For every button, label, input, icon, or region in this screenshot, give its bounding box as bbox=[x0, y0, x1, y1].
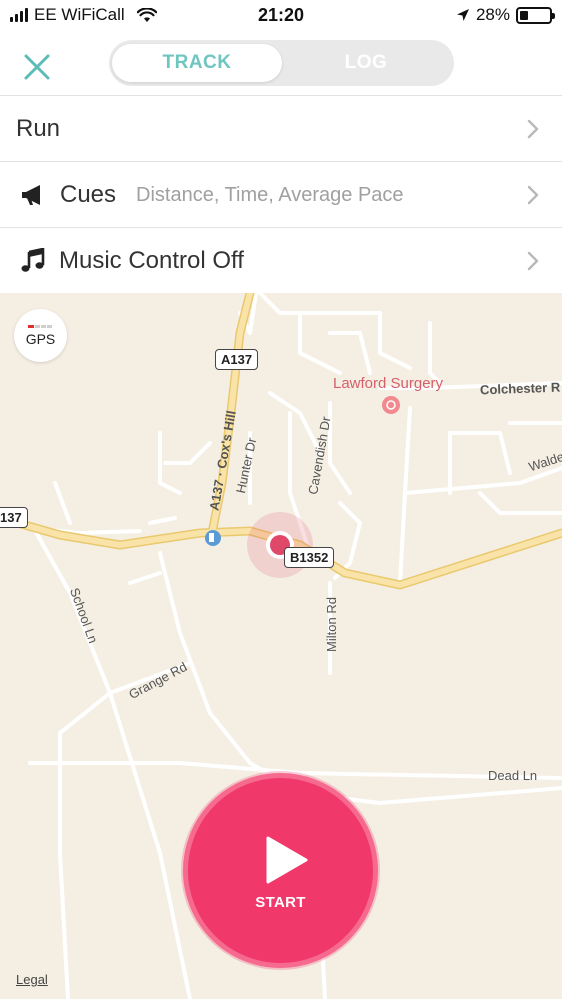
start-label: START bbox=[255, 894, 306, 911]
music-control-label: Music Control Off bbox=[59, 247, 244, 274]
poi-lawford-surgery[interactable]: Lawford Surgery bbox=[333, 375, 443, 392]
status-bar: EE WiFiCall 21:20 28% bbox=[0, 0, 562, 30]
close-icon[interactable] bbox=[20, 50, 54, 84]
cues-row[interactable]: Cues Distance, Time, Average Pace bbox=[0, 162, 562, 228]
activity-type-row[interactable]: Run bbox=[0, 96, 562, 162]
road-label-colchester: Colchester R bbox=[479, 379, 561, 398]
road-label-milton: Milton Rd bbox=[323, 597, 339, 652]
battery-icon bbox=[516, 6, 555, 24]
header: TRACK LOG bbox=[0, 30, 562, 96]
battery-percent: 28% bbox=[475, 5, 510, 24]
tab-track[interactable]: TRACK bbox=[112, 44, 282, 82]
cues-detail: Distance, Time, Average Pace bbox=[136, 183, 404, 206]
road-shield-a137-left: 137 bbox=[0, 507, 28, 528]
cues-label: Cues bbox=[60, 181, 117, 208]
road-label-dead: Dead Ln bbox=[488, 768, 538, 783]
music-control-row[interactable]: Music Control Off bbox=[0, 228, 562, 294]
chevron-right-icon bbox=[527, 119, 539, 139]
chevron-right-icon bbox=[527, 185, 539, 205]
location-arrow-icon bbox=[456, 9, 469, 21]
road-shield-a137: A137 bbox=[215, 349, 259, 370]
music-note-icon bbox=[21, 248, 45, 272]
play-icon bbox=[266, 836, 308, 884]
megaphone-icon bbox=[22, 185, 40, 205]
start-button[interactable]: START bbox=[183, 773, 378, 968]
status-right: 28% bbox=[456, 5, 555, 25]
gps-label: GPS bbox=[25, 330, 56, 347]
gps-indicator: GPS bbox=[14, 309, 67, 362]
road-shield-b1352: B1352 bbox=[284, 547, 335, 568]
activity-type-label: Run bbox=[16, 115, 61, 142]
gps-signal-icon bbox=[27, 324, 52, 328]
track-log-toggle: TRACK LOG bbox=[109, 40, 454, 86]
map-view[interactable]: GPS A137 137 B1352 Lawford Surgery Colch… bbox=[0, 293, 562, 999]
battery-fill bbox=[520, 10, 528, 20]
chevron-right-icon bbox=[527, 251, 539, 271]
legal-link[interactable]: Legal bbox=[16, 972, 48, 987]
tab-log[interactable]: LOG bbox=[281, 44, 451, 82]
